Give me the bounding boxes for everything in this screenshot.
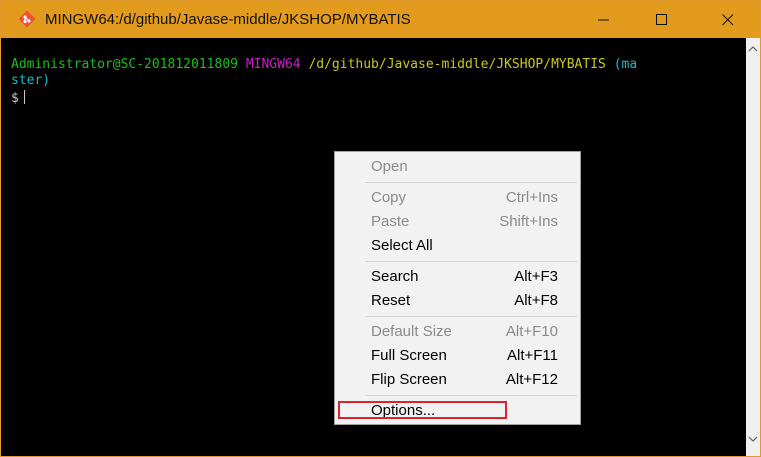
mintty-window: MINGW64:/d/github/Javase-middle/JKSHOP/M… bbox=[0, 0, 761, 457]
context-menu: Open Copy Ctrl+Ins Paste Shift+Ins Selec… bbox=[334, 151, 581, 425]
menu-item-search[interactable]: Search Alt+F3 bbox=[337, 265, 578, 289]
menu-separator bbox=[365, 316, 577, 317]
prompt-line: Administrator@SC-201812011809 MINGW64 /d… bbox=[11, 57, 637, 73]
text-cursor bbox=[23, 90, 25, 104]
menu-separator bbox=[365, 261, 577, 262]
menu-item-flip-screen[interactable]: Flip Screen Alt+F12 bbox=[337, 368, 578, 392]
vertical-scrollbar[interactable] bbox=[746, 38, 760, 456]
input-line[interactable]: $ bbox=[11, 90, 25, 107]
title-bar[interactable]: MINGW64:/d/github/Javase-middle/JKSHOP/M… bbox=[1, 1, 760, 38]
options-highlight-box bbox=[338, 401, 507, 419]
minimize-icon bbox=[598, 19, 609, 21]
menu-separator bbox=[365, 182, 577, 183]
window-title: MINGW64:/d/github/Javase-middle/JKSHOP/M… bbox=[45, 11, 411, 28]
close-button[interactable] bbox=[705, 1, 751, 38]
maximize-icon bbox=[656, 14, 667, 25]
env-name: MINGW64 bbox=[245, 57, 301, 72]
git-bash-icon bbox=[17, 9, 37, 29]
menu-separator bbox=[365, 395, 577, 396]
git-branch-continued: ster) bbox=[11, 73, 51, 88]
menu-item-copy[interactable]: Copy Ctrl+Ins bbox=[337, 186, 578, 210]
menu-item-default-size[interactable]: Default Size Alt+F10 bbox=[337, 320, 578, 344]
current-path: /d/github/Javase-middle/JKSHOP/MYBATIS bbox=[308, 57, 606, 72]
maximize-button[interactable] bbox=[639, 1, 685, 38]
menu-item-full-screen[interactable]: Full Screen Alt+F11 bbox=[337, 344, 578, 368]
menu-item-open[interactable]: Open bbox=[337, 155, 578, 179]
scroll-up-icon[interactable] bbox=[748, 44, 758, 54]
menu-item-select-all[interactable]: Select All bbox=[337, 234, 578, 258]
user-host: Administrator@SC-201812011809 bbox=[11, 57, 238, 72]
close-icon bbox=[722, 14, 734, 26]
menu-item-paste[interactable]: Paste Shift+Ins bbox=[337, 210, 578, 234]
menu-item-reset[interactable]: Reset Alt+F8 bbox=[337, 289, 578, 313]
prompt-symbol: $ bbox=[11, 91, 19, 106]
git-branch: (ma bbox=[613, 57, 638, 72]
scroll-down-icon[interactable] bbox=[748, 434, 758, 444]
minimize-button[interactable] bbox=[581, 1, 627, 38]
